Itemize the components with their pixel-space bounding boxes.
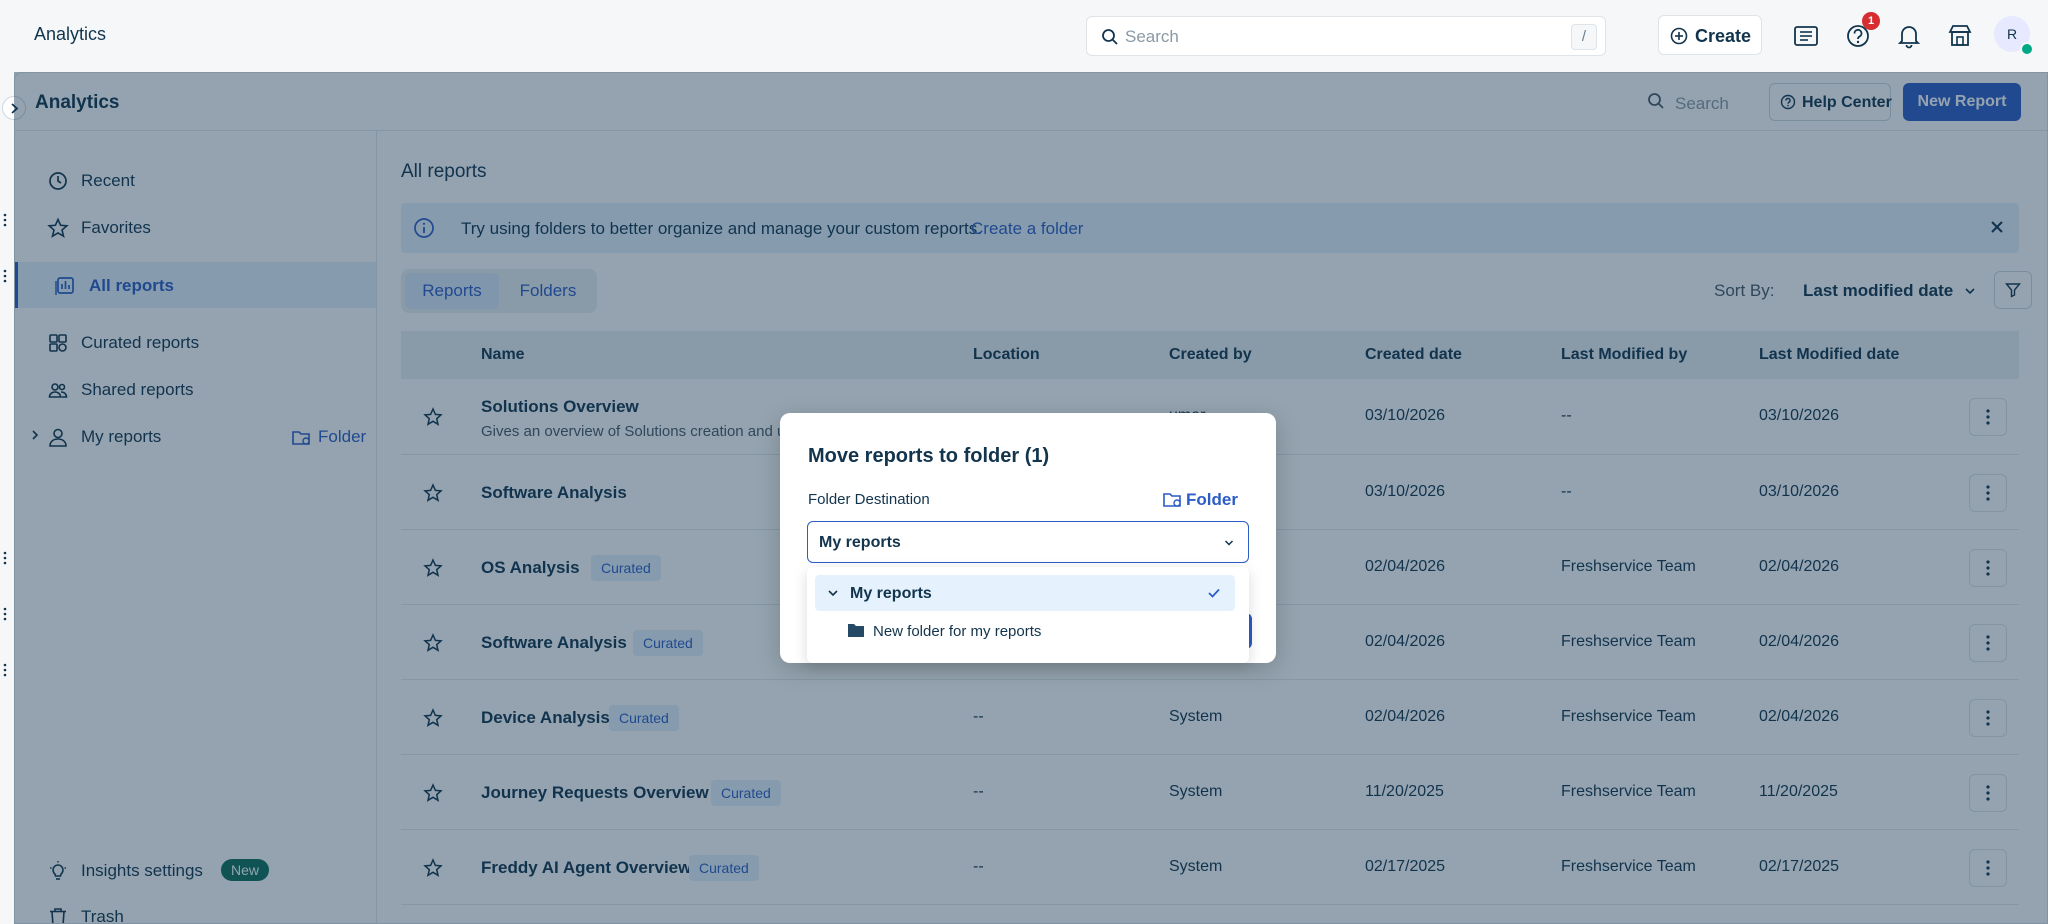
folder-dropdown: My reports New folder for my reports (807, 567, 1249, 663)
check-icon (1208, 588, 1220, 598)
online-status-dot (2020, 42, 2034, 56)
store-icon[interactable] (1946, 22, 1974, 50)
option-label: New folder for my reports (873, 623, 1042, 640)
todo-icon[interactable] (1792, 22, 1820, 50)
drag-handle-icon[interactable] (0, 550, 10, 566)
folder-add-icon (1163, 493, 1181, 507)
chevron-down-icon (1224, 540, 1234, 546)
new-folder-link-label: Folder (1186, 490, 1238, 509)
drag-handle-icon[interactable] (0, 662, 10, 678)
modal-title: Move reports to folder (1) (808, 445, 1050, 467)
chevron-down-icon[interactable] (827, 587, 839, 599)
global-search-input[interactable]: Search / (1086, 16, 1606, 56)
app-title: Analytics (34, 24, 107, 44)
folder-destination-label: Folder Destination (808, 491, 930, 508)
selected-folder-value: My reports (819, 534, 901, 551)
top-bar: Analytics Search / Create 1 R (0, 0, 2048, 72)
search-shortcut-key: / (1571, 24, 1597, 50)
drag-handle-icon[interactable] (0, 606, 10, 622)
drag-handle-icon[interactable] (0, 268, 10, 284)
help-badge: 1 (1862, 12, 1880, 30)
drag-handle-icon[interactable] (0, 212, 10, 228)
folder-icon (848, 624, 864, 637)
folder-option-my-reports[interactable]: My reports (815, 575, 1235, 611)
folder-destination-select[interactable]: My reports (807, 521, 1249, 563)
create-label: Create (1695, 26, 1752, 46)
folder-option-new-folder[interactable]: New folder for my reports (815, 613, 1235, 649)
move-to-folder-modal: Move reports to folder (1) Folder Destin… (780, 413, 1276, 663)
plus-circle-icon (1670, 27, 1688, 45)
search-placeholder: Search (1125, 27, 1179, 46)
bell-icon[interactable] (1895, 22, 1923, 50)
search-icon (1102, 29, 1118, 45)
create-button[interactable]: Create (1658, 15, 1762, 55)
option-label: My reports (850, 585, 932, 602)
